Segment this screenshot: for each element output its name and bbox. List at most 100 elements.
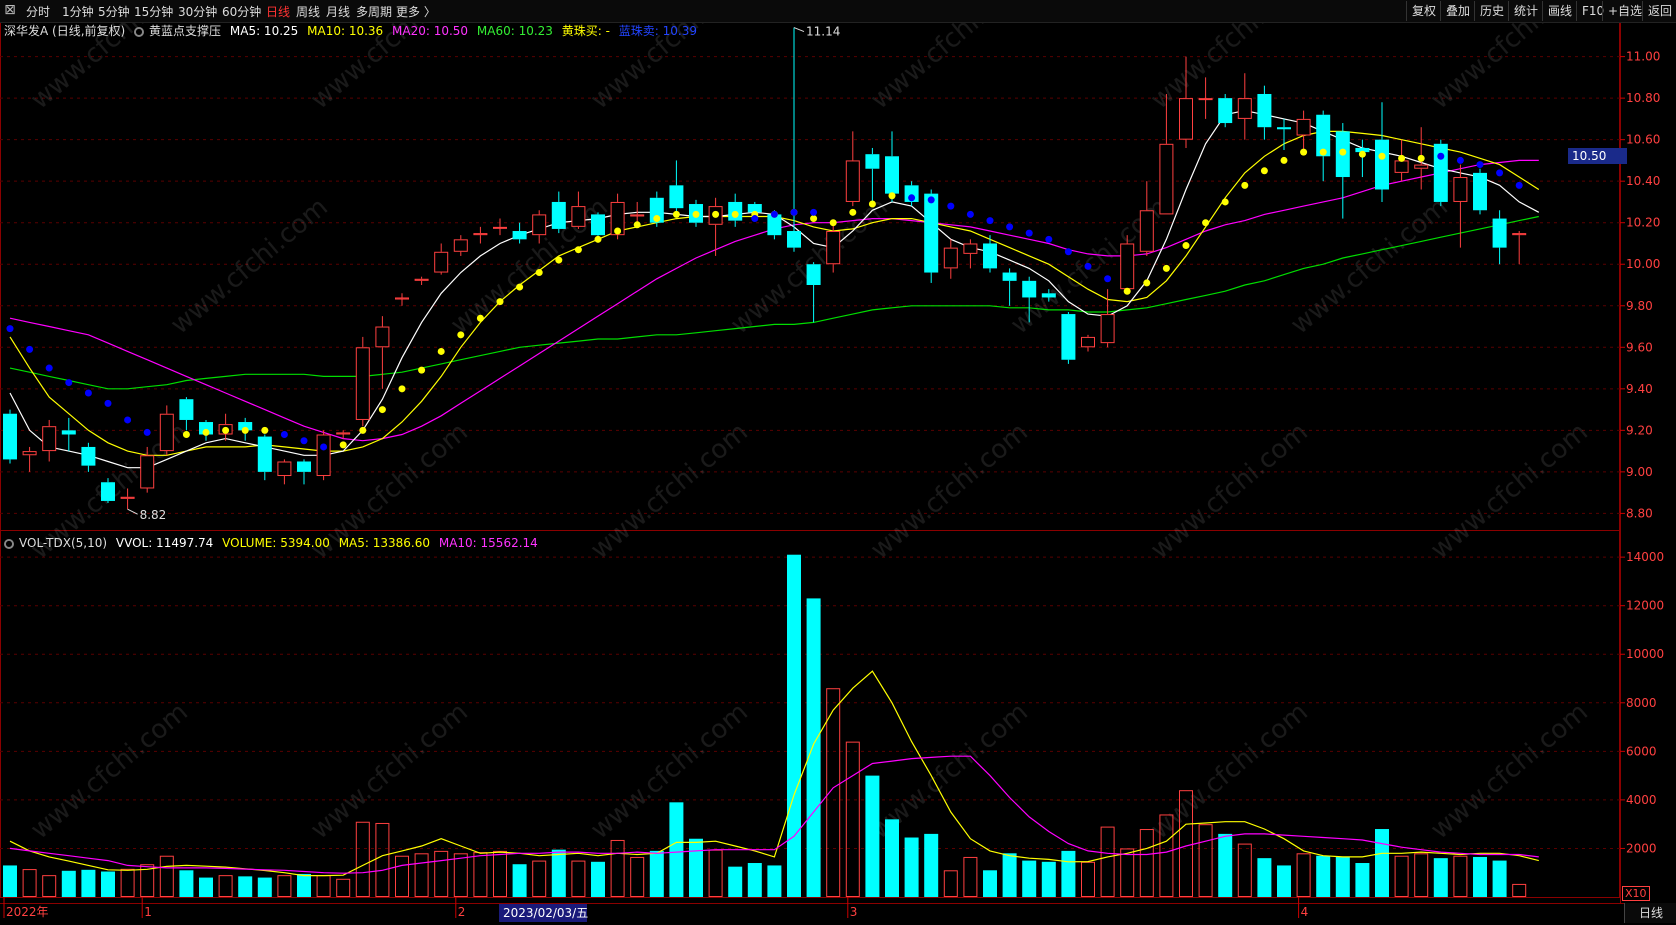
volume-bar xyxy=(669,802,684,897)
yellow-support-dot xyxy=(516,283,524,291)
volume-tick-label: 6000 xyxy=(1626,744,1657,758)
candle-body xyxy=(257,436,272,472)
yellow-support-dot xyxy=(222,426,230,434)
yellow-support-dot xyxy=(1358,150,1366,158)
period-tab-5[interactable]: 60分钟 xyxy=(222,3,261,20)
volume-bar xyxy=(689,838,703,897)
volume-bar xyxy=(238,876,253,897)
yellow-support-dot xyxy=(731,210,739,218)
volume-bar xyxy=(1277,865,1291,897)
yellow-support-dot xyxy=(1300,148,1308,156)
candle-body xyxy=(1473,172,1487,211)
toolbar-button-4[interactable]: 画线 xyxy=(1542,1,1577,21)
blue-resistance-dot xyxy=(143,428,151,436)
yellow-support-dot xyxy=(398,385,406,393)
volume-bar xyxy=(1061,850,1076,897)
volume-tick-label: 2000 xyxy=(1626,841,1657,855)
toolbar-button-6[interactable]: +自选 xyxy=(1602,1,1647,21)
x10-label: X10 xyxy=(1622,886,1650,901)
volume-bar xyxy=(512,864,527,897)
candle-body xyxy=(1218,98,1233,124)
period-tab-9[interactable]: 多周期 xyxy=(356,3,392,20)
yellow-support-dot xyxy=(1417,154,1425,162)
volume-bar xyxy=(42,875,57,898)
volume-bar xyxy=(1081,861,1095,897)
blue-resistance-dot xyxy=(770,210,778,218)
yellow-support-dot xyxy=(672,210,680,218)
blue-resistance-dot xyxy=(1006,223,1014,231)
toolbar-button-1[interactable]: 叠加 xyxy=(1440,1,1475,21)
watermark-text: www.cfchi.com xyxy=(1425,417,1594,565)
cursor-date-label: 2023/02/03/五 xyxy=(503,906,588,920)
period-tab-3[interactable]: 15分钟 xyxy=(134,3,173,20)
candle-body xyxy=(375,326,390,348)
watermark-text: www.cfchi.com xyxy=(165,192,334,340)
volume-bar xyxy=(1375,829,1389,897)
blue-sell-value: 蓝珠卖: 10.39 xyxy=(618,24,697,38)
volume-bar xyxy=(395,855,409,897)
ma5-value: MA5: 10.25 xyxy=(229,24,299,38)
candle-body xyxy=(493,226,507,229)
price-tick-label: 10.20 xyxy=(1626,216,1660,230)
candle-body xyxy=(1120,243,1135,290)
candle-body xyxy=(120,496,135,499)
period-tab-1[interactable]: 1分钟 xyxy=(62,3,94,20)
price-tick-label: 10.40 xyxy=(1626,174,1660,188)
volume-bar xyxy=(983,870,997,897)
candle-body xyxy=(355,347,370,420)
yellow-support-dot xyxy=(437,347,445,355)
toolbar-button-3[interactable]: 统计 xyxy=(1508,1,1543,21)
period-tab-6[interactable]: 日线 xyxy=(266,3,290,20)
blue-resistance-dot xyxy=(26,345,34,353)
volume-bar xyxy=(355,821,370,897)
top-toolbar: ⊠ 分时 1分钟 5分钟 15分钟 30分钟 60分钟 日线 周线 月线 多周期 更多 〉 复权 叠加… xyxy=(0,0,1676,23)
volume-value: VOLUME: 5394.00 xyxy=(222,536,330,550)
price-info-line: 深华发A (日线,前复权) ● 黄蓝点支撑压 MA5: 10.25 MA10: 1… xyxy=(0,22,702,40)
yellow-support-dot xyxy=(1123,287,1131,295)
yellow-support-dot xyxy=(1378,152,1386,160)
blue-resistance-dot xyxy=(300,437,308,445)
volume-bar xyxy=(1394,855,1409,897)
candle-body xyxy=(1414,164,1429,169)
candle-body xyxy=(1277,127,1291,130)
kline-chart[interactable]: www.cfchi.com www.cfchi.com www.cfchi.com w… xyxy=(0,0,1676,925)
period-tab-2[interactable]: 5分钟 xyxy=(98,3,130,20)
yellow-support-dot xyxy=(614,227,622,235)
yellow-support-dot xyxy=(1143,279,1151,287)
candle-body xyxy=(1257,93,1272,128)
volume-bar xyxy=(1433,858,1448,897)
yellow-support-dot xyxy=(1319,148,1327,156)
yellow-support-dot xyxy=(574,246,582,254)
yellow-support-dot xyxy=(496,298,504,306)
volume-bar xyxy=(1335,856,1350,897)
volume-bar xyxy=(551,849,566,897)
candle-body xyxy=(61,430,76,435)
toolbar-button-2[interactable]: 历史 xyxy=(1474,1,1509,21)
blue-resistance-dot xyxy=(947,202,955,210)
volume-toggle-icon[interactable]: ● xyxy=(4,538,14,549)
watermark-text: www.cfchi.com xyxy=(1285,192,1454,340)
volume-tick-label: 8000 xyxy=(1626,696,1657,710)
volume-bar xyxy=(375,822,390,897)
volume-bar xyxy=(1355,863,1370,897)
bottom-tab-daily[interactable]: 日线 xyxy=(1624,903,1676,923)
toolbar-button-0[interactable]: 复权 xyxy=(1406,1,1441,21)
yellow-support-dot xyxy=(1162,264,1170,272)
period-tab-8[interactable]: 月线 xyxy=(326,3,350,20)
price-tick-label: 10.60 xyxy=(1626,133,1660,147)
yellow-support-dot xyxy=(712,210,720,218)
candle-body xyxy=(924,193,939,273)
period-tab-0[interactable]: 分时 xyxy=(26,3,50,20)
toolbar-button-7[interactable]: 返回 xyxy=(1642,1,1676,21)
period-tab-7[interactable]: 周线 xyxy=(296,3,320,20)
volume-bar xyxy=(1041,861,1056,897)
vol-ma5-value: MA5: 13386.60 xyxy=(338,536,431,550)
period-tab-4[interactable]: 30分钟 xyxy=(178,3,217,20)
volume-bar xyxy=(904,837,919,897)
yellow-support-dot xyxy=(1221,198,1229,206)
candle-body xyxy=(1159,143,1174,215)
period-tab-10[interactable]: 更多 〉 xyxy=(396,3,436,20)
close-icon[interactable]: ⊠ xyxy=(2,2,18,18)
yellow-support-dot xyxy=(378,406,386,414)
indicator-toggle-icon[interactable]: ● xyxy=(134,26,145,37)
